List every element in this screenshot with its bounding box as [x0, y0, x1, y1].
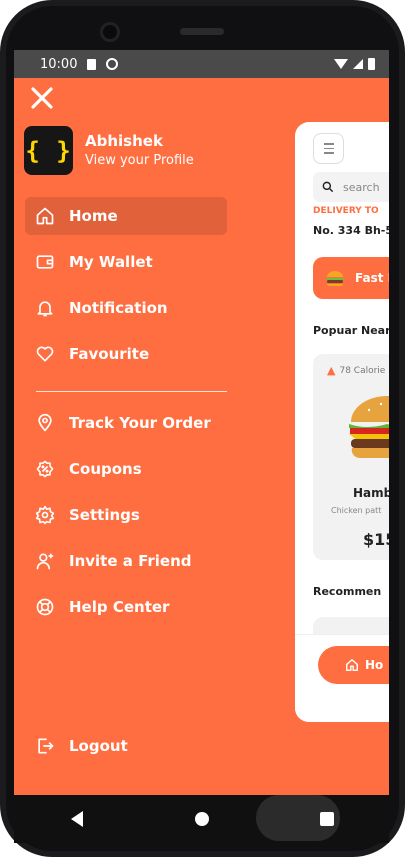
- deliver-to-label: DELIVERY TO: [313, 206, 379, 216]
- profile-section[interactable]: { } Abhishek View your Profile: [24, 126, 194, 175]
- category-chip-fast-food[interactable]: Fast F: [313, 257, 389, 299]
- close-icon: [31, 87, 53, 109]
- recommended-heading: Recommen: [313, 585, 382, 598]
- nav-home-button[interactable]: Ho: [318, 646, 389, 684]
- menu-line: [323, 143, 334, 145]
- screen: 10:00 { } Abhishek View your Profile Hom…: [14, 50, 389, 795]
- status-icons: [334, 58, 375, 70]
- close-button[interactable]: [30, 86, 54, 110]
- menu-label: Favourite: [69, 345, 150, 363]
- food-price: $15: [363, 530, 389, 549]
- calories-text: 78 Calorie: [339, 365, 386, 376]
- menu-label: Track Your Order: [69, 414, 211, 432]
- sim-icon: [87, 58, 97, 70]
- bell-icon: [35, 298, 55, 318]
- delivery-address[interactable]: No. 334 Bh-5: [313, 224, 389, 237]
- menu-item-invite-a-friend[interactable]: Invite a Friend: [25, 542, 227, 580]
- home-screen-preview[interactable]: search DELIVERY TO No. 334 Bh-5 Fast F P…: [295, 122, 389, 722]
- profile-name: Abhishek: [85, 132, 163, 150]
- flame-icon: ▲: [327, 364, 336, 377]
- add-user-icon: [35, 551, 55, 571]
- menu-label: Notification: [69, 299, 168, 317]
- food-card[interactable]: ▲ 78 Calorie Hamb Chicken patt $15: [313, 354, 389, 560]
- popular-near-heading: Popuar Near: [313, 324, 389, 337]
- hamburger-image: [347, 394, 389, 464]
- food-description: Chicken patt: [331, 506, 382, 515]
- menu-label: Help Center: [69, 598, 170, 616]
- search-bar[interactable]: search: [313, 172, 389, 202]
- lifebuoy-icon: [35, 597, 55, 617]
- view-profile-link[interactable]: View your Profile: [85, 151, 194, 170]
- food-name: Hamb: [353, 486, 389, 500]
- location-pin-icon: [35, 413, 55, 433]
- menu-line: [323, 147, 334, 150]
- battery-icon: [368, 58, 375, 70]
- menu-item-favourite[interactable]: Favourite: [25, 335, 227, 373]
- heart-icon: [35, 344, 55, 364]
- menu-line: [323, 152, 334, 154]
- nav-home-label: Ho: [365, 658, 384, 672]
- menu-label: Coupons: [69, 460, 142, 478]
- logout-icon: [35, 736, 55, 756]
- burger-icon: [325, 269, 345, 287]
- search-placeholder: search: [343, 180, 380, 194]
- data-saver-icon: [106, 58, 119, 70]
- menu-item-coupons[interactable]: Coupons: [25, 450, 227, 488]
- calories-row: ▲ 78 Calorie: [327, 364, 385, 377]
- avatar: { }: [24, 126, 73, 175]
- home-icon: [35, 206, 55, 226]
- front-camera: [100, 22, 120, 42]
- logout-label: Logout: [69, 737, 128, 755]
- coupon-icon: [35, 459, 55, 479]
- home-button[interactable]: [182, 799, 222, 839]
- menu-label: Settings: [69, 506, 140, 524]
- menu-label: Home: [69, 207, 118, 225]
- menu-label: My Wallet: [69, 253, 153, 271]
- menu-item-notification[interactable]: Notification: [25, 289, 227, 327]
- menu-divider: [36, 391, 227, 392]
- menu-item-home[interactable]: Home: [25, 197, 227, 235]
- search-icon: [322, 181, 334, 193]
- signal-icon: [353, 59, 363, 69]
- menu-item-help-center[interactable]: Help Center: [25, 588, 227, 626]
- hamburger-menu-button[interactable]: [313, 133, 344, 164]
- earpiece-speaker: [180, 28, 224, 35]
- menu-item-my-wallet[interactable]: My Wallet: [25, 243, 227, 281]
- wifi-icon: [334, 59, 348, 69]
- menu-item-settings[interactable]: Settings: [25, 496, 227, 534]
- status-bar: 10:00: [14, 50, 389, 78]
- recents-icon: [319, 812, 334, 826]
- system-navigation-bar: [14, 795, 389, 843]
- logout-button[interactable]: Logout: [25, 727, 227, 765]
- chip-label: Fast F: [355, 271, 389, 285]
- status-time: 10:00: [40, 56, 78, 72]
- home-circle-icon: [194, 812, 209, 826]
- menu-item-track-your-order[interactable]: Track Your Order: [25, 404, 227, 442]
- back-icon: [70, 811, 83, 827]
- profile-text: Abhishek View your Profile: [85, 131, 194, 170]
- bottom-navigation: Ho: [295, 634, 389, 722]
- gear-icon: [35, 505, 55, 525]
- wallet-icon: [35, 252, 55, 272]
- home-icon: [346, 659, 358, 671]
- back-button[interactable]: [57, 799, 97, 839]
- recents-button[interactable]: [307, 799, 347, 839]
- menu-label: Invite a Friend: [69, 552, 192, 570]
